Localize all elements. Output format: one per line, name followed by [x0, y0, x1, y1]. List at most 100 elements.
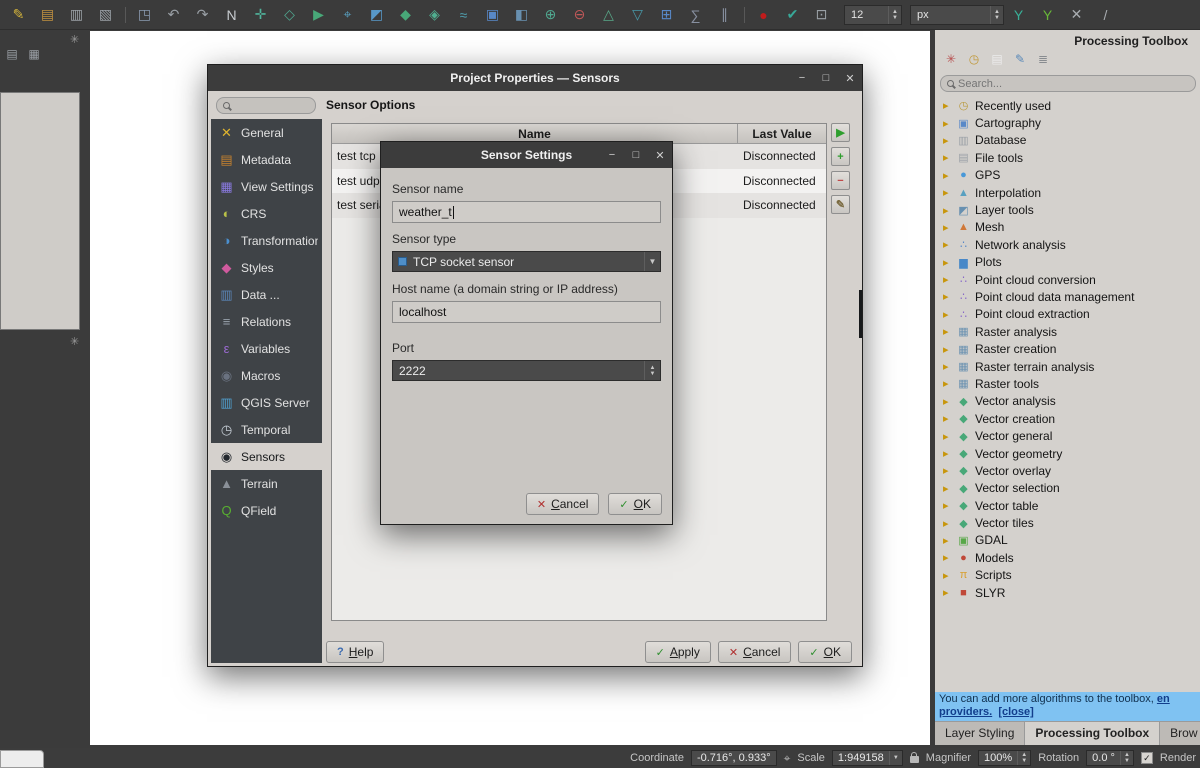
- toolbox-category[interactable]: ▸ ▦ Raster terrain analysis: [935, 358, 1200, 375]
- add-feature-icon[interactable]: ✛: [246, 3, 275, 27]
- sidebar-item[interactable]: ▲ Terrain: [211, 470, 322, 497]
- toolbox-category[interactable]: ▸ ∴ Point cloud conversion: [935, 271, 1200, 288]
- locator-search[interactable]: [0, 750, 44, 768]
- dock-layers-icon[interactable]: ▦: [26, 46, 42, 62]
- toolbox-category[interactable]: ▸ ◩ Layer tools: [935, 201, 1200, 218]
- sidebar-item[interactable]: ▤ Metadata: [211, 146, 322, 173]
- chevron-right-icon[interactable]: ▸: [943, 395, 952, 408]
- sensor-type-select[interactable]: TCP socket sensor ▼: [392, 251, 661, 272]
- toolbox-category[interactable]: ▸ ▲ Interpolation: [935, 184, 1200, 201]
- port-spinner[interactable]: 2222 ▲▼: [392, 360, 661, 381]
- sidebar-item[interactable]: ▥ Data ...: [211, 281, 322, 308]
- chevron-right-icon[interactable]: ▸: [943, 204, 952, 217]
- sensor-name-input[interactable]: weather_t: [392, 201, 661, 223]
- start-sensor-button[interactable]: ▶: [831, 123, 850, 142]
- vertex-tool-icon[interactable]: ◈: [420, 3, 449, 27]
- minimize-icon[interactable]: −: [600, 142, 624, 168]
- spinner-arrows-icon[interactable]: ▲▼: [1017, 751, 1030, 765]
- select-rectangle-icon[interactable]: ⊡: [807, 3, 836, 27]
- close-icon[interactable]: ✕: [838, 65, 862, 91]
- chevron-right-icon[interactable]: ▸: [943, 569, 952, 582]
- chevron-right-icon[interactable]: ▸: [943, 430, 952, 443]
- toolbox-category[interactable]: ▸ ◷ Recently used: [935, 97, 1200, 114]
- chevron-right-icon[interactable]: ▸: [943, 134, 952, 147]
- sidebar-item[interactable]: ≡ Relations: [211, 308, 322, 335]
- toolbar-icon[interactable]: [739, 3, 749, 27]
- north-arrow-icon[interactable]: N: [217, 3, 246, 27]
- maximize-icon[interactable]: □: [814, 65, 838, 91]
- polygon-tool-icon[interactable]: ◆: [391, 3, 420, 27]
- parallel-tool-icon[interactable]: ∥: [710, 3, 739, 27]
- ok-button[interactable]: ✓ OK: [608, 493, 662, 515]
- panel-handle-icon[interactable]: ✳: [70, 33, 79, 46]
- sidebar-item[interactable]: ▥ QGIS Server: [211, 389, 322, 416]
- dialog-titlebar[interactable]: Sensor Settings − □ ✕: [381, 142, 672, 168]
- panel-handle-icon[interactable]: ✳: [70, 335, 79, 348]
- lock-icon[interactable]: [910, 756, 919, 763]
- move-feature-icon[interactable]: ◇: [275, 3, 304, 27]
- chevron-right-icon[interactable]: ▸: [943, 169, 952, 182]
- toolbox-category[interactable]: ▸ ∴ Point cloud data management: [935, 288, 1200, 305]
- delete-selected-icon[interactable]: ✕: [1062, 3, 1091, 27]
- sidebar-item[interactable]: Q QField: [211, 497, 322, 524]
- toolbox-category[interactable]: ▸ ● GPS: [935, 167, 1200, 184]
- add-sensor-button[interactable]: +: [831, 147, 850, 166]
- toolbox-category[interactable]: ▸ ▦ Raster tools: [935, 375, 1200, 392]
- toolbox-category[interactable]: ▸ ▤ File tools: [935, 149, 1200, 166]
- dock-table-icon[interactable]: ▤: [4, 46, 20, 62]
- chevron-right-icon[interactable]: ▸: [943, 308, 952, 321]
- ok-button[interactable]: ✓ OK: [798, 641, 852, 663]
- toolbox-category[interactable]: ▸ ◆ Vector general: [935, 427, 1200, 444]
- toolbox-category[interactable]: ▸ π Scripts: [935, 567, 1200, 584]
- toolbox-category[interactable]: ▸ ■ SLYR: [935, 584, 1200, 601]
- chevron-right-icon[interactable]: ▸: [943, 551, 952, 564]
- toolbox-category[interactable]: ▸ ◆ Vector tiles: [935, 514, 1200, 531]
- chevron-right-icon[interactable]: ▸: [943, 360, 952, 373]
- grid-icon[interactable]: ▣: [478, 3, 507, 27]
- redo-icon[interactable]: ↷: [188, 3, 217, 27]
- chevron-right-icon[interactable]: ▸: [943, 534, 952, 547]
- python-console-icon[interactable]: ≣: [1035, 51, 1051, 67]
- save-edits-icon[interactable]: ◳: [130, 3, 159, 27]
- history-icon[interactable]: ◷: [966, 51, 982, 67]
- toolbar-icon[interactable]: [120, 3, 130, 27]
- sidebar-item[interactable]: ◉ Sensors: [211, 443, 322, 470]
- chevron-right-icon[interactable]: ▸: [943, 99, 952, 112]
- reshape-tool-icon[interactable]: ▽: [623, 3, 652, 27]
- rotation-spinner[interactable]: 0.0 ° ▲▼: [1086, 750, 1134, 766]
- sidebar-item[interactable]: ◷ Temporal: [211, 416, 322, 443]
- toolbox-category[interactable]: ▸ ◆ Vector creation: [935, 410, 1200, 427]
- chevron-down-icon[interactable]: ▼: [644, 252, 660, 271]
- toolbox-category[interactable]: ▸ ◆ Vector selection: [935, 480, 1200, 497]
- chevron-right-icon[interactable]: ▸: [943, 117, 952, 130]
- toolbox-category[interactable]: ▸ ◆ Vector geometry: [935, 445, 1200, 462]
- new-layer-icon[interactable]: ◩: [362, 3, 391, 27]
- host-name-input[interactable]: localhost: [392, 301, 661, 323]
- close-icon[interactable]: ✕: [648, 142, 672, 168]
- edit-in-place-icon[interactable]: ✎: [1012, 51, 1028, 67]
- sidebar-scrollbar[interactable]: [859, 290, 862, 338]
- copy-features-icon[interactable]: ▥: [62, 3, 91, 27]
- spinner-arrows-icon[interactable]: ▲▼: [888, 6, 901, 24]
- toolbox-category[interactable]: ▸ ▦ Raster creation: [935, 340, 1200, 357]
- toolbox-category[interactable]: ▸ ▲ Mesh: [935, 219, 1200, 236]
- split-features-icon[interactable]: ◧: [507, 3, 536, 27]
- sidebar-item[interactable]: ▦ View Settings: [211, 173, 322, 200]
- snapping-icon[interactable]: ⌖: [333, 3, 362, 27]
- toolbox-category[interactable]: ▸ ● Models: [935, 549, 1200, 566]
- cancel-button[interactable]: ✕ Cancel: [718, 641, 792, 663]
- edit-sensor-button[interactable]: ✎: [831, 195, 850, 214]
- draw-line-icon[interactable]: /: [1091, 3, 1120, 27]
- sidebar-item[interactable]: ◉ Macros: [211, 362, 322, 389]
- delete-ring-icon[interactable]: ⊖: [565, 3, 594, 27]
- chevron-right-icon[interactable]: ▸: [943, 447, 952, 460]
- toolbox-category[interactable]: ▸ ∴ Network analysis: [935, 236, 1200, 253]
- chevron-right-icon[interactable]: ▸: [943, 517, 952, 530]
- extent-icon[interactable]: ⌖: [784, 751, 791, 766]
- chevron-right-icon[interactable]: ▸: [943, 412, 952, 425]
- chevron-right-icon[interactable]: ▸: [943, 586, 952, 599]
- print-layout-icon[interactable]: ▤: [33, 3, 62, 27]
- column-header-last-value[interactable]: Last Value: [738, 124, 826, 143]
- search-input[interactable]: [958, 78, 1189, 90]
- toolbox-category[interactable]: ▸ ◆ Vector table: [935, 497, 1200, 514]
